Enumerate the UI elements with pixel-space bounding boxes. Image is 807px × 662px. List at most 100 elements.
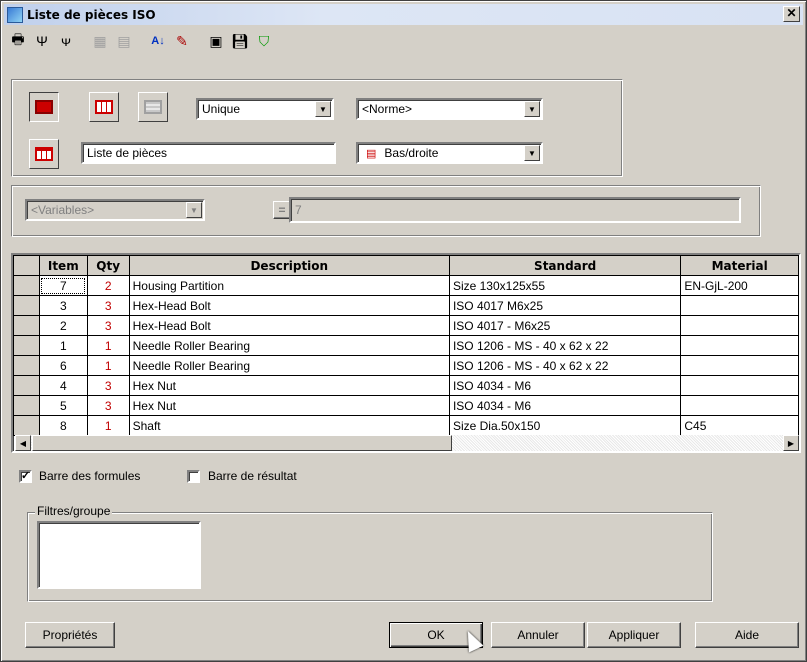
table-disabled-button[interactable] <box>138 92 168 122</box>
parts-table[interactable]: Item Qty Description Standard Material 7… <box>11 253 801 453</box>
properties-button[interactable]: Propriétés <box>25 622 115 648</box>
standard-cell[interactable]: Size Dia.50x150 <box>448 415 682 436</box>
column-header-qty[interactable]: Qty <box>86 255 130 276</box>
formula-bar-checkbox[interactable]: ✓ <box>19 470 32 483</box>
description-cell[interactable]: Shaft <box>128 415 450 436</box>
column-header-description[interactable]: Description <box>128 255 450 276</box>
save-icon[interactable]: 💾︎ <box>229 30 251 52</box>
material-cell[interactable] <box>680 335 799 356</box>
item-cell[interactable]: 1 <box>38 335 88 356</box>
scroll-thumb[interactable] <box>32 435 452 451</box>
horizontal-scrollbar[interactable]: ◀ ▶ <box>15 435 799 451</box>
material-cell[interactable] <box>680 395 799 416</box>
standard-cell[interactable]: ISO 4017 - M6x25 <box>448 315 682 336</box>
row-header[interactable] <box>13 395 40 416</box>
scroll-right-icon[interactable]: ▶ <box>783 435 799 451</box>
qty-cell[interactable]: 3 <box>86 395 130 416</box>
column-header-material[interactable]: Material <box>680 255 799 276</box>
printer-icon[interactable]: 🖶 <box>7 30 29 52</box>
norm-select[interactable]: <Norme> ▼ <box>356 98 543 120</box>
cancel-button[interactable]: Annuler <box>491 622 585 648</box>
qty-cell[interactable]: 3 <box>86 375 130 396</box>
edit-icon[interactable]: ✎ <box>171 30 193 52</box>
scroll-left-icon[interactable]: ◀ <box>15 435 31 451</box>
table-row[interactable]: 5 3 Hex Nut ISO 4034 - M6 <box>13 395 799 416</box>
shield-icon[interactable]: ⛉ <box>253 30 275 52</box>
column-header-item[interactable]: Item <box>38 255 88 276</box>
filters-list[interactable] <box>37 521 201 589</box>
table-row[interactable]: 4 3 Hex Nut ISO 4034 - M6 <box>13 375 799 396</box>
chevron-down-icon[interactable]: ▼ <box>524 101 540 117</box>
sort-filter-icon[interactable]: Ψ <box>31 30 53 52</box>
title-input[interactable]: Liste de pièces <box>81 142 336 164</box>
help-button[interactable]: Aide <box>695 622 799 648</box>
item-cell[interactable]: 3 <box>38 295 88 316</box>
position-select[interactable]: ▤ Bas/droite ▼ <box>356 142 543 164</box>
table-row[interactable]: 7 2 Housing Partition Size 130x125x55 EN-GjL… <box>13 275 799 296</box>
table-row[interactable]: 8 1 Shaft Size Dia.50x150 C45 <box>13 415 799 436</box>
material-cell[interactable] <box>680 375 799 396</box>
standard-cell[interactable]: Size 130x125x55 <box>448 275 682 296</box>
standard-cell[interactable]: ISO 1206 - MS - 40 x 62 x 22 <box>448 355 682 376</box>
apply-button[interactable]: Appliquer <box>587 622 681 648</box>
row-header[interactable] <box>13 375 40 396</box>
close-button[interactable]: ✕ <box>783 6 800 22</box>
column-header-standard[interactable]: Standard <box>448 255 682 276</box>
qty-cell[interactable]: 1 <box>86 355 130 376</box>
variables-select[interactable]: <Variables> ▼ <box>25 199 205 221</box>
description-cell[interactable]: Hex Nut <box>128 375 450 396</box>
row-header[interactable] <box>13 295 40 316</box>
qty-cell[interactable]: 1 <box>86 335 130 356</box>
qty-cell[interactable]: 3 <box>86 315 130 336</box>
standard-cell[interactable]: ISO 1206 - MS - 40 x 62 x 22 <box>448 335 682 356</box>
table-grid-button[interactable] <box>89 92 119 122</box>
result-bar-checkbox[interactable] <box>187 470 200 483</box>
title-table-button[interactable] <box>29 139 59 169</box>
columns-icon[interactable]: ▦ <box>89 30 111 52</box>
row-header[interactable] <box>13 335 40 356</box>
item-cell[interactable]: 6 <box>38 355 88 376</box>
description-cell[interactable]: Hex Nut <box>128 395 450 416</box>
item-cell[interactable]: 4 <box>38 375 88 396</box>
material-cell[interactable]: C45 <box>680 415 799 436</box>
merge-icon[interactable]: ▤ <box>113 30 135 52</box>
group-icon[interactable]: ᴪ <box>55 30 77 52</box>
table-row[interactable]: 6 1 Needle Roller Bearing ISO 1206 - MS - 4… <box>13 355 799 376</box>
description-cell[interactable]: Needle Roller Bearing <box>128 355 450 376</box>
formula-input[interactable]: 7 <box>289 197 741 223</box>
material-cell[interactable]: EN-GjL-200 <box>680 275 799 296</box>
table-row[interactable]: 2 3 Hex-Head Bolt ISO 4017 - M6x25 <box>13 315 799 336</box>
description-cell[interactable]: Hex-Head Bolt <box>128 315 450 336</box>
row-header[interactable] <box>13 315 40 336</box>
sort-az-icon[interactable]: A↓ <box>147 30 169 52</box>
standard-cell[interactable]: ISO 4034 - M6 <box>448 375 682 396</box>
mode-select[interactable]: Unique ▼ <box>196 98 334 120</box>
table-header-button[interactable] <box>29 92 59 122</box>
row-header[interactable] <box>13 275 40 296</box>
material-cell[interactable] <box>680 315 799 336</box>
item-cell[interactable]: 8 <box>38 415 88 436</box>
qty-cell[interactable]: 1 <box>86 415 130 436</box>
chevron-down-icon[interactable]: ▼ <box>315 101 331 117</box>
table-row[interactable]: 3 3 Hex-Head Bolt ISO 4017 M6x25 <box>13 295 799 316</box>
material-cell[interactable] <box>680 295 799 316</box>
item-cell[interactable]: 7 <box>38 275 88 296</box>
description-cell[interactable]: Needle Roller Bearing <box>128 335 450 356</box>
row-header[interactable] <box>13 415 40 436</box>
item-cell[interactable]: 5 <box>38 395 88 416</box>
export-icon[interactable]: ▣ <box>205 30 227 52</box>
row-header[interactable] <box>13 355 40 376</box>
description-cell[interactable]: Housing Partition <box>128 275 450 296</box>
item-cell[interactable]: 2 <box>38 315 88 336</box>
description-cell[interactable]: Hex-Head Bolt <box>128 295 450 316</box>
chevron-down-icon[interactable]: ▼ <box>524 145 540 161</box>
qty-cell[interactable]: 3 <box>86 295 130 316</box>
chevron-down-icon[interactable]: ▼ <box>186 202 202 218</box>
standard-cell[interactable]: ISO 4017 M6x25 <box>448 295 682 316</box>
corner-cell[interactable] <box>13 255 40 276</box>
title-bar[interactable]: Liste de pièces ISO ✕ <box>4 4 803 25</box>
table-row[interactable]: 1 1 Needle Roller Bearing ISO 1206 - MS - 4… <box>13 335 799 356</box>
standard-cell[interactable]: ISO 4034 - M6 <box>448 395 682 416</box>
qty-cell[interactable]: 2 <box>86 275 130 296</box>
material-cell[interactable] <box>680 355 799 376</box>
